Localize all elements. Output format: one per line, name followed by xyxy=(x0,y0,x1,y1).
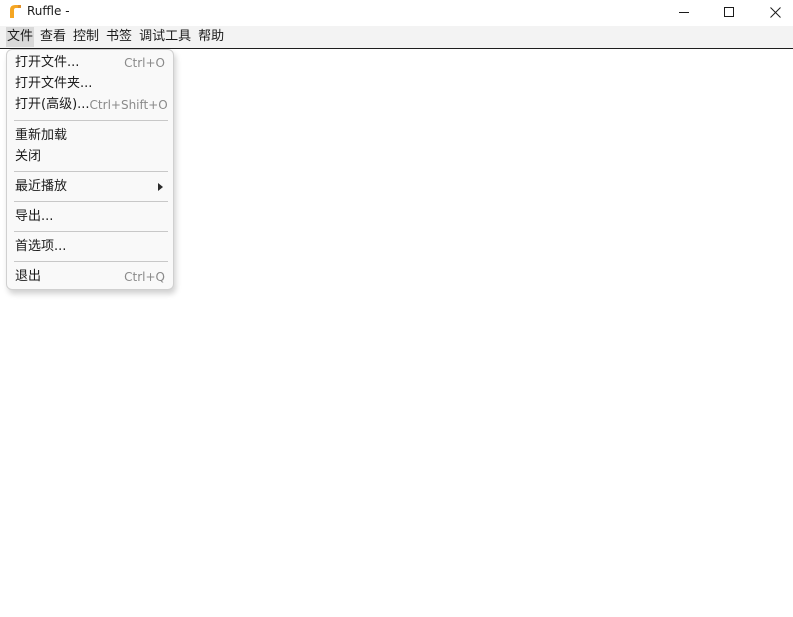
open-advanced-shortcut: Ctrl+Shift+O xyxy=(89,98,168,112)
maximize-icon xyxy=(724,7,734,17)
close-label: 关闭 xyxy=(15,149,42,164)
minimize-button[interactable] xyxy=(661,0,707,24)
menu-file[interactable]: 文件 xyxy=(6,27,35,47)
menu-separator xyxy=(14,201,168,202)
menu-separator xyxy=(14,120,168,121)
open-advanced-label: 打开(高级)... xyxy=(15,97,90,112)
menu-separator xyxy=(14,231,168,232)
ruffle-window: Ruffle - 文件 查看 控制 书签 调试工具 帮助 打开文件... Ctr… xyxy=(0,0,793,617)
menu-separator xyxy=(14,261,168,262)
menu-item-recent[interactable]: 最近播放 xyxy=(15,177,165,197)
reload-label: 重新加载 xyxy=(15,128,68,143)
menu-item-open-file[interactable]: 打开文件... Ctrl+O xyxy=(15,53,165,73)
exit-label: 退出 xyxy=(15,269,42,284)
preferences-label: 首选项... xyxy=(15,239,67,254)
menu-item-open-advanced[interactable]: 打开(高级)... Ctrl+Shift+O xyxy=(15,95,168,115)
file-dropdown-menu: 打开文件... Ctrl+O 打开文件夹... 打开(高级)... Ctrl+S… xyxy=(6,49,174,290)
submenu-arrow-icon xyxy=(158,183,163,191)
menu-debug-tools[interactable]: 调试工具 xyxy=(138,27,192,47)
export-label: 导出... xyxy=(15,209,54,224)
open-file-shortcut: Ctrl+O xyxy=(124,56,165,70)
menu-bar: 文件 查看 控制 书签 调试工具 帮助 xyxy=(0,26,793,49)
ruffle-logo-icon xyxy=(10,5,21,18)
menu-view[interactable]: 查看 xyxy=(39,27,67,47)
menu-item-preferences[interactable]: 首选项... xyxy=(15,237,165,257)
menu-bookmarks[interactable]: 书签 xyxy=(105,27,133,47)
menu-item-export[interactable]: 导出... xyxy=(15,207,165,227)
open-file-label: 打开文件... xyxy=(15,55,80,70)
window-title: Ruffle - xyxy=(27,4,70,18)
menu-item-close[interactable]: 关闭 xyxy=(15,147,165,167)
open-folder-label: 打开文件夹... xyxy=(15,76,93,91)
recent-label: 最近播放 xyxy=(15,179,68,194)
title-bar[interactable]: Ruffle - xyxy=(0,0,793,26)
minimize-icon xyxy=(679,12,689,13)
menu-item-exit[interactable]: 退出 Ctrl+Q xyxy=(15,267,165,287)
menu-controls[interactable]: 控制 xyxy=(72,27,100,47)
menu-item-reload[interactable]: 重新加载 xyxy=(15,126,165,146)
menu-item-open-folder[interactable]: 打开文件夹... xyxy=(15,74,165,94)
menu-help[interactable]: 帮助 xyxy=(197,27,225,47)
exit-shortcut: Ctrl+Q xyxy=(124,270,165,284)
close-icon xyxy=(769,6,781,18)
menu-separator xyxy=(14,171,168,172)
close-button[interactable] xyxy=(752,0,793,24)
maximize-button[interactable] xyxy=(706,0,752,24)
